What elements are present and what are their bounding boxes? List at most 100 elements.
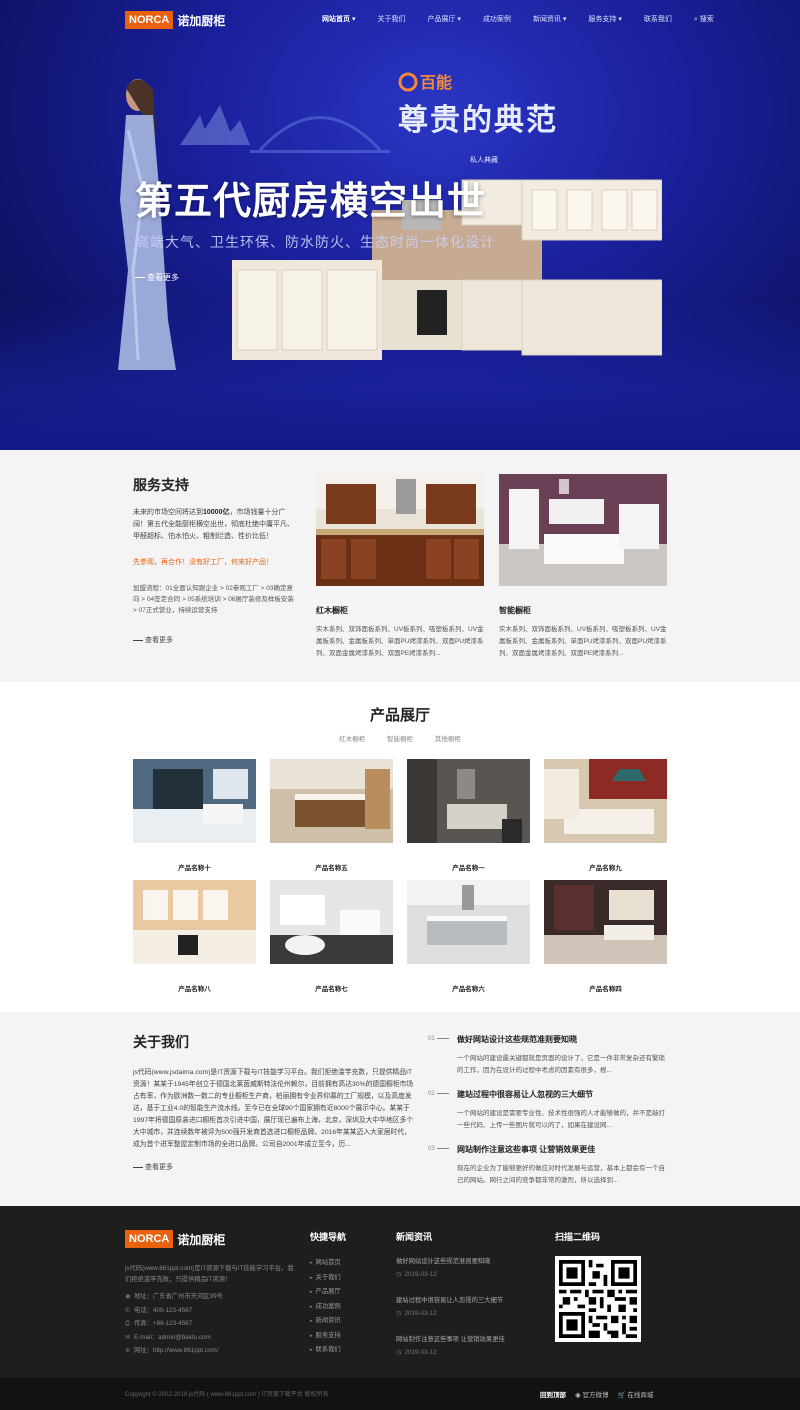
menu-item-cases[interactable]: 成功案例 [483,14,511,24]
service-desc-pre: 未来的市场空间将达到 [133,509,203,516]
back-to-top-link[interactable]: 回到顶部 [540,1389,566,1399]
weibo-link[interactable]: ◉ 官方微博 [575,1389,608,1399]
news-item[interactable]: 01 做好网站设计这些规范准则要知晓 一个网站的建设最关键都就是页面的设计了，它… [428,1034,668,1077]
menu-item-contact[interactable]: 联系我们 [644,14,672,24]
phone-icon: ✆ [125,1306,131,1314]
menu-item-service[interactable]: 服务支持 ▾ [588,14,621,24]
brand-name: 百能 [420,73,452,92]
product-item[interactable]: 产品名称六 [407,880,530,993]
top-navbar: NORCA 诺加厨柜 网站首页 ▾ 关于我们 产品展厅 ▾ 成功案例 新闻资讯 … [0,0,800,40]
tab-redwood[interactable]: 红木橱柜 [339,736,365,743]
footer-news-date: 2019-03-12 [396,1310,536,1317]
footer-link[interactable]: 关于我们 [310,1271,341,1286]
footer-link[interactable]: 联系我们 [310,1343,341,1358]
product-name: 产品名称四 [589,986,622,993]
products-title: 产品展厅 [369,707,430,724]
qr-code-graphic [559,1260,637,1338]
products-section: 产品展厅 红木橱柜 智能橱柜 其他橱柜 产品名称十 产品名称五 产品名称一 产品… [0,682,800,1012]
footer-address-row: ◉ 地址：广东省广州市天河区99号 [125,1290,223,1304]
service-title: 服务支持 [133,477,189,493]
site-logo[interactable]: NORCA 诺加厨柜 [125,10,225,30]
news-title[interactable]: 网站制作注意这些事项 让营销效果更佳 [457,1144,668,1155]
news-title[interactable]: 建站过程中很容易让人忽视的三大细节 [457,1089,668,1100]
footer-logo-badge: NORCA [125,1230,174,1248]
service-card-redwood[interactable]: 红木橱柜 实木系列、双饰面板系列、UV板系列、吸塑板系列、UV金属板系列、金属板… [316,474,484,660]
news-item[interactable]: 02 建站过程中很容易让人忽视的三大细节 一个网站的建设是需要专业性、技术性很强… [428,1089,668,1132]
footer-link[interactable]: 网站首页 [310,1256,341,1271]
product-image [544,880,667,964]
menu-item-news[interactable]: 新闻资讯 ▾ [533,14,566,24]
search-button[interactable]: ⌕ 搜索 [694,14,714,24]
news-desc: 一个网站的建设是需要专业性、技术性很强的人才能够做的，并不是敲打一些代码、上传一… [457,1110,665,1129]
footer-news: 做好网站设计这些规范准则要知晓 2019-03-12 建站过程中很容易让人忽视的三… [396,1256,536,1373]
service-card-title: 红木橱柜 [316,606,348,615]
menu-item-about[interactable]: 关于我们 [377,14,405,24]
footer-news-item[interactable]: 建站过程中很容易让人忽视的三大细节 2019-03-12 [396,1295,536,1334]
news-number: 03 [428,1146,449,1152]
tab-other[interactable]: 其他橱柜 [435,736,461,743]
footer-news-date: 2019-03-12 [396,1349,536,1356]
product-image [407,880,530,964]
footer-news-item-title[interactable]: 做好网站设计这些规范准则要知晓 [396,1256,536,1265]
hero-subtitle: 高端大气、卫生环保、防水防火、生态时尚一体化设计 [135,234,495,250]
service-desc: 未来的市场空间将达到10000亿，市场钱量十分广阔！第五代全能厨柜横空出世，彻底… [133,507,295,543]
product-item[interactable]: 产品名称五 [270,759,393,872]
menu-item-home[interactable]: 网站首页 ▾ [322,14,355,24]
fax-icon: ⎙ [125,1320,131,1327]
product-name: 产品名称十 [178,865,211,872]
product-item[interactable]: 产品名称十 [133,759,256,872]
footer-link[interactable]: 成功案例 [310,1300,341,1315]
service-card-desc: 实木系列、双饰面板系列、UV板系列、吸塑板系列、UV金属板系列、金属板系列、单面… [499,626,667,657]
product-name: 产品名称八 [178,986,211,993]
email-icon: ✉ [125,1333,131,1341]
product-item[interactable]: 产品名称八 [133,880,256,993]
hero-title: 第五代厨房横空出世 [135,181,487,223]
smart-cabinet-image [499,474,667,586]
service-desc-bold: 10000亿 [203,509,230,516]
footer-news-item-title[interactable]: 网站制作注意这些事项 让营销效果更佳 [396,1334,536,1343]
service-more-link[interactable]: 查看更多 [133,635,173,645]
footer-contact: ◉ 地址：广东省广州市天河区99号 ✆ 电话：400-123-4567 ⎙ 传真：+8… [125,1290,223,1358]
footer-nav-title: 快捷导航 [310,1232,347,1242]
footer-phone-row: ✆ 电话：400-123-4567 [125,1304,223,1318]
footer-link[interactable]: 产品展厅 [310,1285,341,1300]
news-item[interactable]: 03 网站制作注意这些事项 让营销效果更佳 现在的企业为了能够更好的做应对时代发… [428,1144,668,1187]
product-name: 产品名称九 [589,865,622,872]
about-more-link[interactable]: 查看更多 [133,1162,173,1172]
product-item[interactable]: 产品名称四 [544,880,667,993]
product-image [407,759,530,843]
service-section: 服务支持 未来的市场空间将达到10000亿，市场钱量十分广阔！第五代全能厨柜横空… [0,450,800,682]
hero-more-link[interactable]: 查看更多 [135,272,179,283]
footer-news-date: 2019-03-12 [396,1271,536,1278]
footer-fax-row: ⎙ 传真：+86-123-4567 [125,1317,223,1331]
service-card-smart[interactable]: 智能橱柜 实木系列、双饰面板系列、UV板系列、吸塑板系列、UV金属板系列、金属板… [499,474,667,660]
footer-link[interactable]: 新闻资讯 [310,1314,341,1329]
footer-logo[interactable]: NORCA 诺加厨柜 [125,1230,225,1248]
tab-smart[interactable]: 智能橱柜 [387,736,413,743]
globe-icon: ⊕ [125,1347,131,1354]
bottom-links: 回到顶部 ◉ 官方微博 🛒 在线商城 [540,1389,662,1399]
footer-qr-title: 扫描二维码 [555,1232,601,1242]
model-woman-image [118,79,176,370]
online-store-link[interactable]: 🛒 在线商城 [617,1389,653,1399]
footer-news-item[interactable]: 做好网站设计这些规范准则要知晓 2019-03-12 [396,1256,536,1295]
about-section: 关于我们 js代码(www.jsdaima.com)是IT资源下载与IT技能学习… [0,1012,800,1206]
product-item[interactable]: 产品名称九 [544,759,667,872]
service-card-desc: 实木系列、双饰面板系列、UV板系列、吸塑板系列、UV金属板系列、金属板系列、单面… [316,626,484,657]
footer-website: 网址：http://www.861ppt.com/ [134,1347,219,1354]
menu-item-products[interactable]: 产品展厅 ▾ [427,14,460,24]
product-item[interactable]: 产品名称七 [270,880,393,993]
product-name: 产品名称五 [315,865,348,872]
news-title[interactable]: 做好网站设计这些规范准则要知晓 [457,1034,668,1045]
news-number: 02 [428,1091,449,1097]
product-item[interactable]: 产品名称一 [407,759,530,872]
product-name: 产品名称一 [452,865,485,872]
product-image [544,759,667,843]
footer-news-item-title[interactable]: 建站过程中很容易让人忽视的三大细节 [396,1295,536,1304]
footer-news-item[interactable]: 网站制作注意这些事项 让营销效果更佳 2019-03-12 [396,1334,536,1373]
location-icon: ◉ [125,1293,131,1300]
news-desc: 一个网站的建设最关键都就是页面的设计了，它是一件非常复杂还有繁琐的工作，因为在设… [457,1055,665,1074]
footer-link[interactable]: 服务支持 [310,1329,341,1344]
logo-name: 诺加厨柜 [177,13,226,28]
bottom-bar: Copyright © 2002-2019 js代码 ( www.861ppt.… [0,1378,800,1410]
